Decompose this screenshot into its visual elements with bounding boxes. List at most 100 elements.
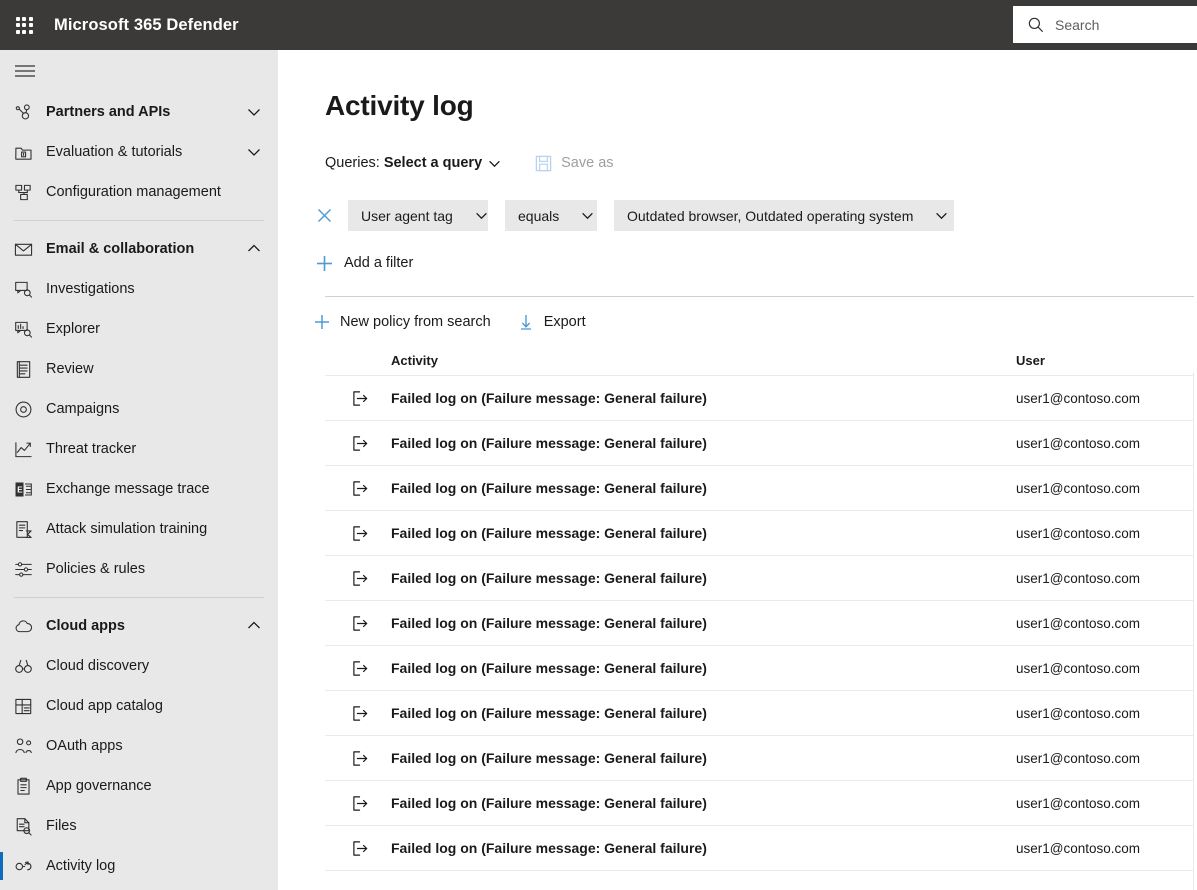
table-row[interactable]: Failed log on (Failure message: General … xyxy=(325,826,1193,871)
sidebar-item-files[interactable]: Files xyxy=(0,806,278,846)
sign-out-activity-icon xyxy=(351,614,369,632)
sidebar-item-exchange-message-trace[interactable]: EExchange message trace xyxy=(0,469,278,509)
chevron-down-icon xyxy=(935,209,948,222)
sidebar-item-email-collaboration[interactable]: Email & collaboration xyxy=(0,229,278,269)
sidebar-item-app-governance[interactable]: App governance xyxy=(0,766,278,806)
close-x-icon xyxy=(317,208,332,223)
sidebar-item-label: Activity log xyxy=(46,858,115,874)
sidebar-item-label: Threat tracker xyxy=(46,441,136,457)
sidebar-item-configuration-management[interactable]: Configuration management xyxy=(0,172,278,212)
table-row[interactable]: Failed log on (Failure message: General … xyxy=(325,736,1193,781)
column-header-activity[interactable]: Activity xyxy=(391,353,438,368)
sidebar-item-explorer[interactable]: Explorer xyxy=(0,309,278,349)
query-selector-dropdown[interactable]: Select a query xyxy=(384,155,501,171)
table-row[interactable]: Failed log on (Failure message: General … xyxy=(325,646,1193,691)
filter-field-dropdown[interactable]: User agent tag xyxy=(348,200,488,231)
app-launcher-waffle-icon[interactable] xyxy=(0,0,48,50)
cell-user: user1@contoso.com xyxy=(1016,616,1140,631)
sidebar-item-label: Attack simulation training xyxy=(46,521,207,537)
sidebar-item-cloud-discovery[interactable]: Cloud discovery xyxy=(0,646,278,686)
queries-row: Queries: Select a query Save as xyxy=(325,152,1197,174)
cell-user: user1@contoso.com xyxy=(1016,751,1140,766)
cell-user: user1@contoso.com xyxy=(1016,796,1140,811)
left-navigation-sidebar: Partners and APIs Evaluation & tutorials C… xyxy=(0,50,278,890)
queries-label: Queries: xyxy=(325,155,380,171)
table-row[interactable]: Failed log on (Failure message: General … xyxy=(325,466,1193,511)
partners-apis-icon xyxy=(14,103,40,122)
sidebar-item-cloud-app-catalog[interactable]: Cloud app catalog xyxy=(0,686,278,726)
cell-user: user1@contoso.com xyxy=(1016,661,1140,676)
evaluation-tutorials-icon xyxy=(14,143,40,162)
sidebar-item-evaluation-tutorials[interactable]: Evaluation & tutorials xyxy=(0,132,278,172)
chevron-down-icon xyxy=(488,157,501,170)
sidebar-item-investigations[interactable]: Investigations xyxy=(0,269,278,309)
search-input[interactable] xyxy=(1055,17,1185,33)
sign-out-activity-icon xyxy=(351,569,369,587)
sidebar-item-label: Evaluation & tutorials xyxy=(46,144,182,160)
sidebar-item-campaigns[interactable]: Campaigns xyxy=(0,389,278,429)
cloud-icon xyxy=(14,617,40,636)
save-as-button[interactable]: Save as xyxy=(535,155,613,172)
explorer-icon xyxy=(14,320,40,339)
sidebar-item-oauth-apps[interactable]: OAuth apps xyxy=(0,726,278,766)
sidebar-item-label: Exchange message trace xyxy=(46,481,210,497)
table-row[interactable]: Failed log on (Failure message: General … xyxy=(325,376,1193,421)
mail-icon xyxy=(14,240,40,259)
sidebar-item-attack-simulation-training[interactable]: Attack simulation training xyxy=(0,509,278,549)
review-icon xyxy=(14,360,40,379)
chevron-down-icon xyxy=(247,105,261,119)
app-brand-title: Microsoft 365 Defender xyxy=(54,16,239,35)
sidebar-item-partners-and-apis[interactable]: Partners and APIs xyxy=(0,92,278,132)
table-row[interactable]: Failed log on (Failure message: General … xyxy=(325,511,1193,556)
chevron-down-icon xyxy=(475,209,488,222)
cell-user: user1@contoso.com xyxy=(1016,706,1140,721)
filter-operator-dropdown[interactable]: equals xyxy=(505,200,597,231)
plus-icon xyxy=(311,314,333,330)
cell-activity: Failed log on (Failure message: General … xyxy=(391,435,707,451)
sidebar-item-review[interactable]: Review xyxy=(0,349,278,389)
sidebar-item-policies-rules[interactable]: Policies & rules xyxy=(0,549,278,589)
cell-user: user1@contoso.com xyxy=(1016,526,1140,541)
chevron-down-icon xyxy=(581,209,594,222)
cell-activity: Failed log on (Failure message: General … xyxy=(391,615,707,631)
activity-log-icon xyxy=(14,857,40,876)
table-row[interactable]: Failed log on (Failure message: General … xyxy=(325,781,1193,826)
table-row[interactable]: Failed log on (Failure message: General … xyxy=(325,691,1193,736)
sidebar-item-activity-log[interactable]: Activity log xyxy=(0,846,278,886)
filter-value-value: Outdated browser, Outdated operating sys… xyxy=(627,208,913,224)
remove-filter-button[interactable] xyxy=(311,203,337,229)
app-governance-icon xyxy=(14,777,40,796)
cell-activity: Failed log on (Failure message: General … xyxy=(391,795,707,811)
sign-out-activity-icon xyxy=(351,704,369,722)
add-filter-button[interactable]: Add a filter xyxy=(311,252,1197,274)
sign-out-activity-icon xyxy=(351,389,369,407)
export-label: Export xyxy=(544,314,586,330)
cell-activity: Failed log on (Failure message: General … xyxy=(391,525,707,541)
cell-user: user1@contoso.com xyxy=(1016,571,1140,586)
export-button[interactable]: Export xyxy=(515,306,586,338)
sidebar-item-cloud-apps[interactable]: Cloud apps xyxy=(0,606,278,646)
cell-activity: Failed log on (Failure message: General … xyxy=(391,750,707,766)
table-row[interactable]: Failed log on (Failure message: General … xyxy=(325,601,1193,646)
section-divider xyxy=(325,296,1194,297)
campaigns-icon xyxy=(14,400,40,419)
sidebar-item-label: Files xyxy=(46,818,77,834)
sidebar-divider xyxy=(14,597,264,598)
sidebar-item-label: Partners and APIs xyxy=(46,104,170,120)
command-toolbar: New policy from search Export xyxy=(311,302,1197,342)
sign-out-activity-icon xyxy=(351,794,369,812)
hamburger-menu-icon[interactable] xyxy=(0,50,278,92)
search-icon xyxy=(1027,16,1045,34)
plus-icon xyxy=(311,255,337,272)
table-row[interactable]: Failed log on (Failure message: General … xyxy=(325,556,1193,601)
global-search[interactable] xyxy=(1013,6,1197,43)
column-header-user[interactable]: User xyxy=(1016,353,1045,368)
cell-user: user1@contoso.com xyxy=(1016,481,1140,496)
new-policy-from-search-button[interactable]: New policy from search xyxy=(311,306,491,338)
activity-table: Activity User Failed log on (Failure mes… xyxy=(325,346,1193,871)
sidebar-item-label: OAuth apps xyxy=(46,738,123,754)
filter-value-dropdown[interactable]: Outdated browser, Outdated operating sys… xyxy=(614,200,954,231)
main-content-area: Activity log Queries: Select a query Sav… xyxy=(278,50,1197,890)
table-row[interactable]: Failed log on (Failure message: General … xyxy=(325,421,1193,466)
sidebar-item-threat-tracker[interactable]: Threat tracker xyxy=(0,429,278,469)
